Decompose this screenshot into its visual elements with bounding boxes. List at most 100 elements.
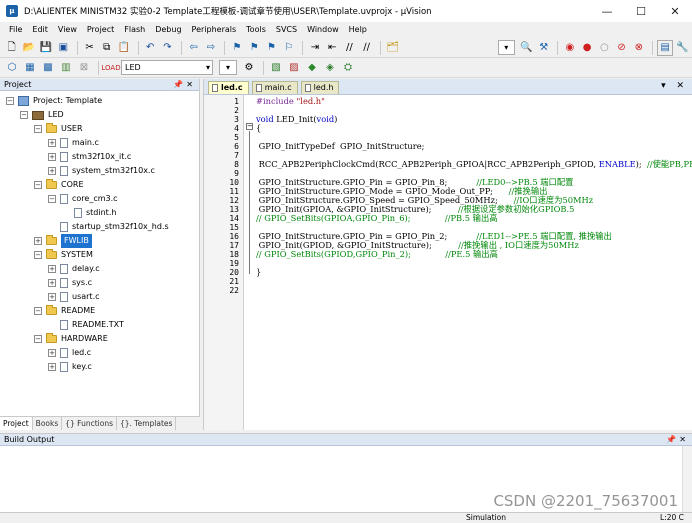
target-options-combo[interactable]: ▾ bbox=[219, 60, 237, 75]
code-line[interactable] bbox=[256, 277, 692, 286]
debug-session-icon[interactable]: ◉ bbox=[562, 40, 577, 56]
options-for-target-icon[interactable]: ⚙ bbox=[241, 60, 257, 76]
expand-icon[interactable]: + bbox=[48, 139, 56, 147]
menu-item[interactable]: Help bbox=[344, 22, 372, 38]
kill-breakpoints-icon[interactable]: ⊗ bbox=[631, 40, 646, 56]
menu-item[interactable]: Flash bbox=[119, 22, 150, 38]
menu-item[interactable]: Debug bbox=[150, 22, 186, 38]
code-line[interactable] bbox=[256, 286, 692, 295]
tree-item[interactable]: − CORE bbox=[0, 178, 199, 192]
download-icon[interactable]: LOAD bbox=[101, 60, 120, 76]
expand-icon[interactable]: + bbox=[48, 167, 56, 175]
collapse-icon[interactable]: − bbox=[34, 251, 42, 259]
find-combo[interactable]: ▾ bbox=[497, 40, 515, 55]
file-extensions-icon[interactable]: ▨ bbox=[286, 60, 302, 76]
editor-tab[interactable]: led.c bbox=[208, 81, 249, 94]
rebuild-icon[interactable]: ▩ bbox=[40, 60, 56, 76]
collapse-icon[interactable]: − bbox=[34, 181, 42, 189]
tree-item[interactable]: + main.c bbox=[0, 136, 199, 150]
close-button[interactable]: ✕ bbox=[658, 0, 692, 22]
target-select[interactable]: LED bbox=[121, 60, 213, 75]
editor-tab[interactable]: led.h bbox=[300, 81, 340, 94]
fold-toggle-icon[interactable]: − bbox=[246, 123, 253, 130]
menu-item[interactable]: Edit bbox=[27, 22, 53, 38]
run-time-env-icon[interactable]: ◈ bbox=[322, 60, 338, 76]
tree-item[interactable]: + FWLIB bbox=[0, 234, 199, 248]
tree-item[interactable]: README.TXT bbox=[0, 318, 199, 332]
expand-icon[interactable]: + bbox=[34, 237, 42, 245]
maximize-button[interactable]: ☐ bbox=[624, 0, 658, 22]
panel-tab[interactable]: Project bbox=[0, 417, 33, 430]
tree-item[interactable]: + delay.c bbox=[0, 262, 199, 276]
tree-item[interactable]: − USER bbox=[0, 122, 199, 136]
menu-item[interactable]: Window bbox=[302, 22, 344, 38]
new-file-icon[interactable]: 🗋 bbox=[4, 40, 19, 56]
code-line[interactable]: { bbox=[256, 124, 692, 133]
indent-icon[interactable]: ⇥ bbox=[307, 40, 322, 56]
open-file-icon[interactable]: 📂 bbox=[21, 40, 36, 56]
copy-icon[interactable]: ⧉ bbox=[99, 40, 114, 56]
collapse-icon[interactable]: − bbox=[6, 97, 14, 105]
unindent-icon[interactable]: ⇤ bbox=[325, 40, 340, 56]
tree-item[interactable]: − SYSTEM bbox=[0, 248, 199, 262]
prev-bookmark-icon[interactable]: ⚑ bbox=[247, 40, 262, 56]
panel-tab[interactable]: {}. Templates bbox=[117, 417, 177, 430]
nav-forward-icon[interactable]: ⇨ bbox=[203, 40, 218, 56]
menu-item[interactable]: Project bbox=[82, 22, 119, 38]
menu-item[interactable]: Tools bbox=[241, 22, 271, 38]
tree-item[interactable]: − core_cm3.c bbox=[0, 192, 199, 206]
disable-all-breakpoints-icon[interactable]: ⊘ bbox=[614, 40, 629, 56]
collapse-icon[interactable]: − bbox=[34, 307, 42, 315]
panel-header-controls[interactable]: 📌✕ bbox=[173, 79, 196, 91]
tree-item[interactable]: − LED bbox=[0, 108, 199, 122]
tree-item[interactable]: + led.c bbox=[0, 346, 199, 360]
collapse-icon[interactable]: − bbox=[20, 111, 28, 119]
configure-icon[interactable]: 🔧 bbox=[675, 40, 690, 56]
tree-item[interactable]: startup_stm32f10x_hd.s bbox=[0, 220, 199, 234]
collapse-icon[interactable]: − bbox=[34, 125, 42, 133]
tree-item[interactable]: + key.c bbox=[0, 360, 199, 374]
nav-back-icon[interactable]: ⇦ bbox=[186, 40, 201, 56]
bookmark-icon[interactable]: ⚑ bbox=[229, 40, 244, 56]
pack-installer-icon[interactable]: ⛭ bbox=[340, 60, 356, 76]
panel-header-controls[interactable]: 📌✕ bbox=[666, 434, 689, 446]
panel-tab[interactable]: Books bbox=[33, 417, 63, 430]
editor-tab-controls[interactable]: ▾ ✕ bbox=[661, 81, 688, 91]
tree-item[interactable]: + sys.c bbox=[0, 276, 199, 290]
tree-item[interactable]: + system_stm32f10x.c bbox=[0, 164, 199, 178]
tree-item[interactable]: + usart.c bbox=[0, 290, 199, 304]
code-area[interactable]: 1 2 3 4 5 6 7 8 9 10 11 12 13 14 15 16 17 18 19 20 21 22 − #i… bbox=[204, 95, 692, 430]
manage-components-icon[interactable]: ▧ bbox=[268, 60, 284, 76]
build-icon[interactable]: ▦ bbox=[22, 60, 38, 76]
menu-item[interactable]: Peripherals bbox=[187, 22, 242, 38]
window-layout-icon[interactable]: ▤ bbox=[657, 39, 673, 56]
expand-icon[interactable]: + bbox=[48, 153, 56, 161]
menu-item[interactable]: View bbox=[53, 22, 82, 38]
code-line[interactable] bbox=[256, 259, 692, 268]
editor-tab[interactable]: main.c bbox=[251, 81, 298, 94]
panel-tab[interactable]: {} Functions bbox=[62, 417, 117, 430]
find-icon[interactable]: 🔍 bbox=[519, 40, 534, 56]
select-packs-icon[interactable]: ◆ bbox=[304, 60, 320, 76]
tree-item[interactable]: − Project: Template bbox=[0, 94, 199, 108]
code-line[interactable]: GPIO_InitTypeDef GPIO_InitStructure; bbox=[256, 142, 692, 151]
breakpoint-icon[interactable]: ● bbox=[580, 40, 595, 56]
cut-icon[interactable]: ✂ bbox=[82, 40, 97, 56]
menu-item[interactable]: SVCS bbox=[271, 22, 302, 38]
code-line[interactable]: RCC_APB2PeriphClockCmd(RCC_APB2Periph_GP… bbox=[256, 160, 692, 169]
batch-build-icon[interactable]: ▥ bbox=[58, 60, 74, 76]
translate-icon[interactable]: ⬡ bbox=[4, 60, 20, 76]
code-lines[interactable]: #include "led.h" void LED_Init(void){ GPI… bbox=[254, 95, 692, 430]
save-icon[interactable]: 💾 bbox=[38, 40, 53, 56]
expand-icon[interactable]: + bbox=[48, 349, 56, 357]
uncomment-icon[interactable]: ∕∕ bbox=[359, 40, 374, 56]
code-line[interactable]: } bbox=[256, 268, 692, 277]
code-line[interactable]: #include "led.h" bbox=[256, 97, 692, 106]
code-line[interactable]: void LED_Init(void) bbox=[256, 115, 692, 124]
clear-bookmarks-icon[interactable]: ⚐ bbox=[281, 40, 296, 56]
code-line[interactable]: // GPIO_SetBits(GPIOA,GPIO_Pin_6); //PB.… bbox=[256, 214, 692, 223]
comment-icon[interactable]: // bbox=[342, 40, 357, 56]
expand-icon[interactable]: + bbox=[48, 293, 56, 301]
expand-icon[interactable]: + bbox=[48, 279, 56, 287]
save-all-icon[interactable]: ▣ bbox=[56, 40, 71, 56]
